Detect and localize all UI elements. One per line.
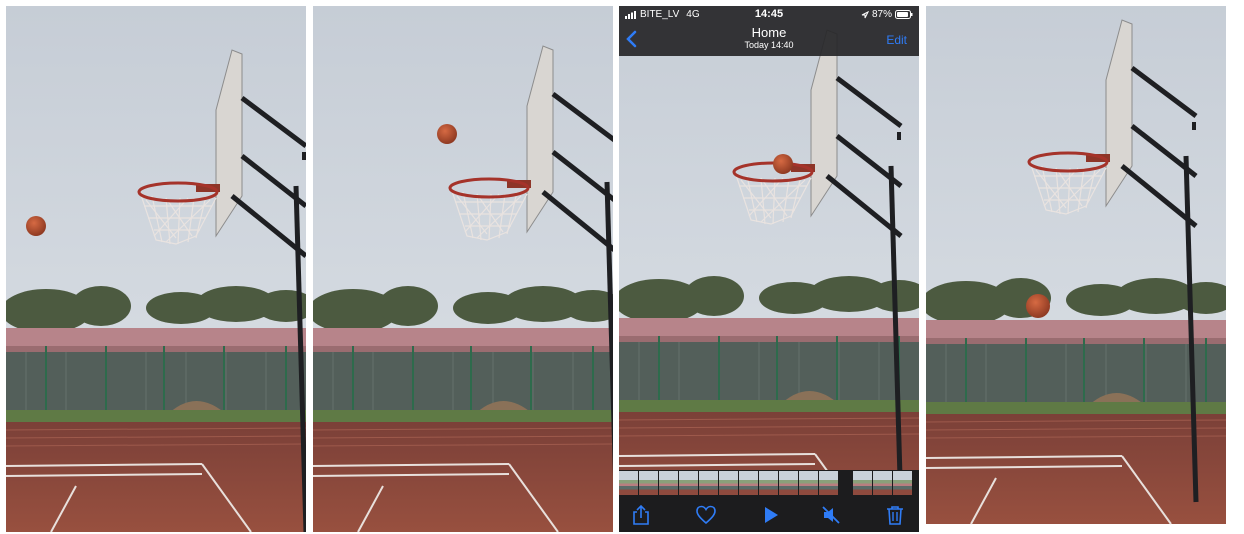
scrubber-frame	[719, 471, 738, 495]
basketball	[437, 124, 457, 144]
scrubber-frame	[699, 471, 718, 495]
court-scene-4	[926, 6, 1226, 525]
court-scene-1	[6, 6, 306, 532]
court-scene-3	[619, 6, 919, 523]
court-scene-2	[313, 6, 613, 532]
photos-toolbar	[619, 496, 919, 532]
scrubber-frame	[799, 471, 818, 495]
basketball	[773, 154, 793, 174]
scrubber-frame	[759, 471, 778, 495]
heart-icon[interactable]	[695, 504, 717, 526]
scrubber-frame	[739, 471, 758, 495]
scrubber-gap	[839, 470, 853, 496]
album-title: Home	[751, 25, 787, 40]
scrubber-frame	[619, 471, 638, 495]
photos-app-screen: BITE_LV 4G 14:45 87% Home Today 14:40 Ed…	[619, 6, 919, 532]
share-icon[interactable]	[630, 504, 652, 526]
basketball	[1026, 294, 1050, 318]
play-icon[interactable]	[759, 504, 781, 526]
back-chevron-icon[interactable]	[625, 30, 639, 48]
status-battery: 87%	[861, 9, 913, 20]
scrubber-frame	[853, 471, 872, 495]
location-arrow-icon	[861, 10, 869, 18]
trash-icon[interactable]	[884, 504, 906, 526]
scrubber-frame	[819, 471, 838, 495]
video-scrubber[interactable]	[619, 470, 919, 496]
scrubber-frame	[873, 471, 892, 495]
edit-button[interactable]: Edit	[886, 33, 907, 47]
photo-frame-2	[313, 6, 613, 532]
photo-frame-1	[6, 6, 306, 532]
basketball	[26, 216, 46, 236]
battery-icon	[895, 10, 913, 19]
battery-percent: 87%	[871, 9, 892, 20]
scrubber-frame	[659, 471, 678, 495]
scrubber-frame	[679, 471, 698, 495]
scrubber-frame	[639, 471, 658, 495]
photos-header: BITE_LV 4G 14:45 87% Home Today 14:40 Ed…	[619, 6, 919, 56]
scrubber-frame	[779, 471, 798, 495]
scrubber-frame	[893, 471, 912, 495]
mute-icon[interactable]	[820, 504, 842, 526]
photo-timestamp: Today 14:40	[744, 40, 794, 50]
photo-frame-4	[926, 6, 1226, 532]
